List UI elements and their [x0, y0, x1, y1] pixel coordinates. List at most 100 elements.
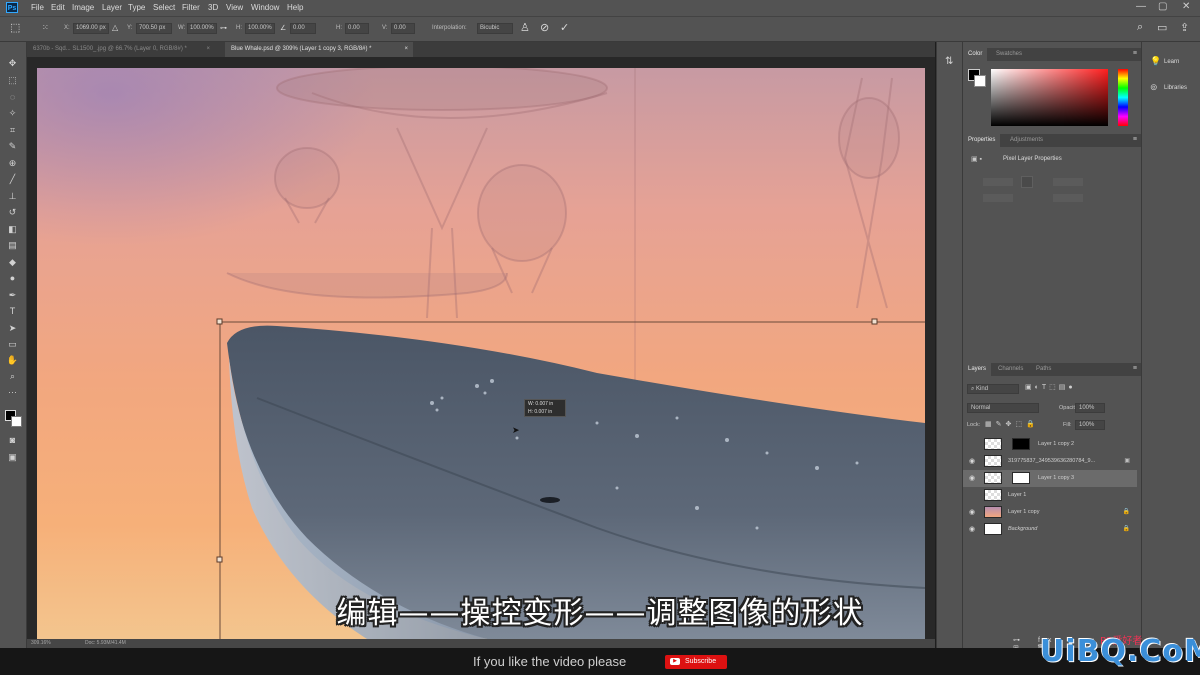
- path-selection-tool-icon[interactable]: ➤: [5, 321, 20, 335]
- lasso-tool-icon[interactable]: ◌: [5, 90, 20, 104]
- brush-tool-icon[interactable]: ╱: [5, 172, 20, 186]
- background-color-swatch[interactable]: [11, 416, 22, 427]
- panel-menu-icon[interactable]: ≡: [1133, 365, 1137, 372]
- minimize-button[interactable]: —: [1136, 1, 1146, 12]
- fill-field[interactable]: 100%: [1075, 420, 1105, 430]
- crop-tool-icon[interactable]: ⌗: [5, 123, 20, 137]
- color-field[interactable]: [991, 69, 1108, 126]
- layer-mask-thumbnail[interactable]: [1012, 438, 1030, 450]
- magic-wand-tool-icon[interactable]: ✧: [5, 106, 20, 120]
- lock-icons[interactable]: ▦✎✥⬚🔒: [985, 420, 1039, 428]
- layer-mask-thumbnail[interactable]: [1012, 472, 1030, 484]
- tab-swatches[interactable]: Swatches: [991, 48, 1027, 61]
- menu-layer[interactable]: Layer: [102, 3, 122, 12]
- y-field[interactable]: 700.50 px: [136, 23, 172, 34]
- history-brush-tool-icon[interactable]: ↺: [5, 205, 20, 219]
- gradient-tool-icon[interactable]: ▤: [5, 238, 20, 252]
- menu-window[interactable]: Window: [251, 3, 279, 12]
- eye-icon[interactable]: ◉: [969, 508, 975, 516]
- layer-filter-icons[interactable]: ▣◐T⬚▤●: [1025, 383, 1076, 391]
- tab-label: Blue Whale.psd @ 309% (Layer 1 copy 3, R…: [231, 46, 372, 52]
- eye-icon[interactable]: ◉: [969, 457, 975, 465]
- layer-row-selected[interactable]: ◉ Layer 1 copy 3: [963, 470, 1137, 487]
- tab-document-2[interactable]: Blue Whale.psd @ 309% (Layer 1 copy 3, R…: [225, 42, 413, 57]
- workspace-icon[interactable]: ▭: [1157, 21, 1167, 34]
- blur-tool-icon[interactable]: ◆: [5, 255, 20, 269]
- pen-tool-icon[interactable]: ✒: [5, 288, 20, 302]
- menu-image[interactable]: Image: [72, 3, 94, 12]
- w-field[interactable]: 100.00%: [187, 23, 217, 34]
- tab-paths[interactable]: Paths: [1031, 363, 1056, 376]
- type-tool-icon[interactable]: T: [5, 304, 20, 318]
- tab-properties[interactable]: Properties: [963, 134, 1001, 147]
- tab-adjustments[interactable]: Adjustments: [1005, 134, 1048, 147]
- maximize-button[interactable]: ▢: [1158, 1, 1167, 12]
- shape-tool-icon[interactable]: ▭: [5, 337, 20, 351]
- filter-kind-select[interactable]: ⌕ Kind: [967, 384, 1019, 394]
- close-tab-icon[interactable]: ×: [206, 42, 210, 57]
- hskew-field[interactable]: 0.00: [345, 23, 369, 34]
- tab-document-1[interactable]: 6370b - Sqd... SL1500_.jpg @ 66.7% (Laye…: [27, 42, 215, 57]
- close-tab-icon[interactable]: ×: [404, 42, 408, 57]
- more-tools-icon[interactable]: ···: [5, 385, 20, 399]
- quick-mask-icon[interactable]: ◙: [5, 433, 20, 447]
- subscribe-button[interactable]: ▶ Subscribe: [665, 655, 727, 669]
- menu-help[interactable]: Help: [287, 3, 303, 12]
- reference-point-icon[interactable]: ⁙: [42, 23, 49, 32]
- menu-select[interactable]: Select: [153, 3, 175, 12]
- warp-mode-icon[interactable]: ♙: [520, 21, 530, 34]
- menu-file[interactable]: File: [31, 3, 44, 12]
- document-canvas[interactable]: W: 0.007 in H: 0.007 in ➤: [37, 68, 925, 639]
- history-panel-icon[interactable]: ⇅: [945, 56, 953, 67]
- menu-type[interactable]: Type: [128, 3, 145, 12]
- x-field[interactable]: 1069.00 px: [73, 23, 109, 34]
- learn-item[interactable]: Learn: [1164, 59, 1179, 65]
- commit-transform-icon[interactable]: ✓: [560, 21, 569, 34]
- relative-position-icon[interactable]: △: [112, 23, 118, 32]
- interpolation-select[interactable]: Bicubic: [477, 23, 513, 34]
- cancel-transform-icon[interactable]: ⊘: [540, 21, 549, 34]
- layer-row[interactable]: Layer 1: [963, 487, 1137, 504]
- share-icon[interactable]: ⇪: [1180, 21, 1189, 34]
- opacity-field[interactable]: 100%: [1075, 403, 1105, 413]
- canvas-area[interactable]: W: 0.007 in H: 0.007 in ➤: [27, 57, 935, 639]
- libraries-item[interactable]: Libraries: [1164, 85, 1187, 91]
- layer-row[interactable]: ◉ 319775837_349539636280784_9... ▣: [963, 453, 1137, 470]
- layer-row[interactable]: ◉ Background 🔒: [963, 521, 1137, 538]
- background-color-chip[interactable]: [974, 75, 986, 87]
- eye-icon[interactable]: ◉: [969, 474, 975, 482]
- menu-view[interactable]: View: [226, 3, 243, 12]
- healing-brush-tool-icon[interactable]: ⊕: [5, 156, 20, 170]
- menu-filter[interactable]: Filter: [182, 3, 200, 12]
- tab-channels[interactable]: Channels: [993, 363, 1028, 376]
- angle-field[interactable]: 0.00: [290, 23, 316, 34]
- move-tool-icon[interactable]: ✥: [5, 56, 20, 70]
- tab-color[interactable]: Color: [963, 48, 988, 61]
- eyedropper-tool-icon[interactable]: ✎: [5, 139, 20, 153]
- eraser-tool-icon[interactable]: ◧: [5, 222, 20, 236]
- layer-row[interactable]: ◉ Layer 1 copy 🔒: [963, 504, 1137, 521]
- zoom-tool-icon[interactable]: ⌕: [5, 369, 20, 383]
- zoom-level[interactable]: 309.16%: [31, 640, 51, 646]
- menu-3d[interactable]: 3D: [208, 3, 218, 12]
- clone-stamp-tool-icon[interactable]: ⊥: [5, 189, 20, 203]
- photoshop-logo-icon[interactable]: Ps: [6, 2, 18, 13]
- h-field[interactable]: 100.00%: [245, 23, 275, 34]
- panel-menu-icon[interactable]: ≡: [1133, 136, 1137, 143]
- menu-edit[interactable]: Edit: [51, 3, 65, 12]
- blend-mode-select[interactable]: Normal: [967, 403, 1039, 413]
- search-icon[interactable]: ⌕: [1137, 21, 1143, 34]
- close-button[interactable]: ✕: [1182, 1, 1190, 12]
- dodge-tool-icon[interactable]: ●: [5, 271, 20, 285]
- vskew-field[interactable]: 0.00: [391, 23, 415, 34]
- tab-layers[interactable]: Layers: [963, 363, 992, 376]
- marquee-tool-icon[interactable]: ⬚: [5, 73, 20, 87]
- link-icon[interactable]: ⊶: [220, 24, 227, 32]
- layer-row[interactable]: Layer 1 copy 2: [963, 436, 1137, 453]
- panel-menu-icon[interactable]: ≡: [1133, 50, 1137, 57]
- hand-tool-icon[interactable]: ✋: [5, 353, 20, 367]
- eye-icon[interactable]: ◉: [969, 525, 975, 533]
- hue-slider[interactable]: [1118, 69, 1128, 126]
- screen-mode-icon[interactable]: ▣: [5, 450, 20, 464]
- transform-tool-icon[interactable]: ⬚: [10, 21, 20, 34]
